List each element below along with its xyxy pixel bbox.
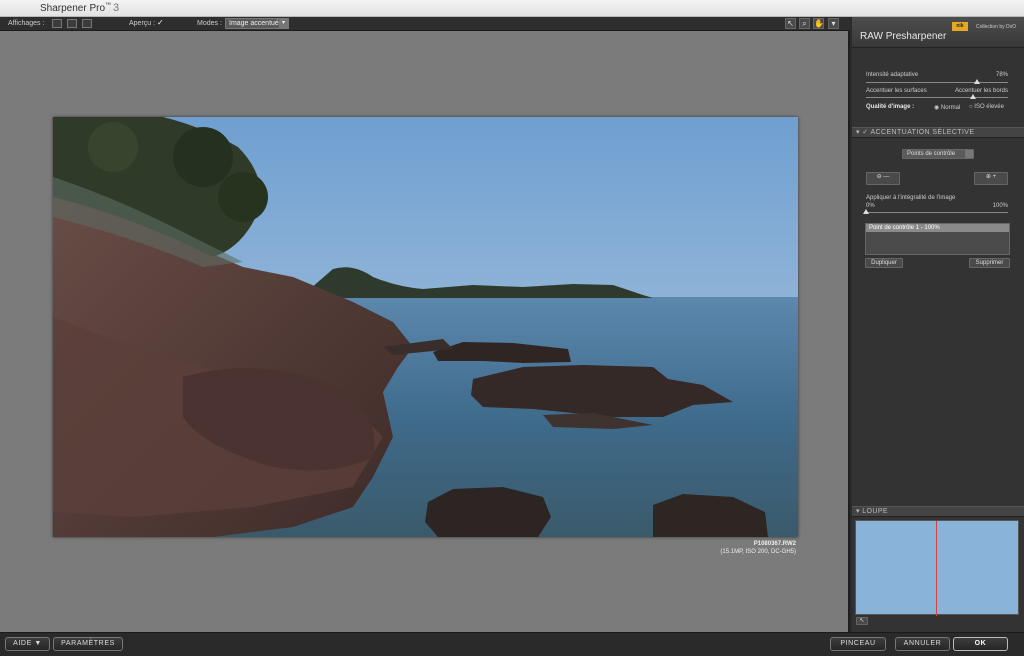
selective-sharpening-title: ACCENTUATION SÉLECTIVE bbox=[870, 129, 975, 136]
apply-whole-image-label: Appliquer à l'intégralité de l'image bbox=[866, 195, 956, 201]
mode-select-value: Image accentuée bbox=[229, 20, 283, 27]
surfaces-label: Accentuer les surfaces bbox=[866, 88, 927, 94]
modes-label: Modes : bbox=[197, 20, 222, 27]
help-button[interactable]: AIDE ▼ bbox=[5, 637, 50, 651]
affichages-label: Affichages : bbox=[8, 20, 45, 27]
remove-control-point-button[interactable]: ⊖ — bbox=[866, 172, 900, 185]
selective-sharpening-header[interactable]: ▾ ✓ ACCENTUATION SÉLECTIVE bbox=[852, 127, 1024, 138]
edges-label: Accentuer les bords bbox=[954, 88, 1008, 94]
app-title-text: Sharpener Pro bbox=[40, 3, 106, 14]
collection-label: Collection by DxO bbox=[975, 24, 1016, 30]
apply-max-label: 100% bbox=[992, 203, 1008, 209]
control-points-select-value: Points de contrôle bbox=[907, 151, 956, 157]
cancel-button[interactable]: ANNULER bbox=[895, 637, 950, 651]
control-point-list[interactable]: Point de contrôle 1 - 100% bbox=[865, 223, 1010, 255]
loupe-header[interactable]: ▾ LOUPE bbox=[852, 506, 1024, 517]
background-color-icon[interactable]: ▾ bbox=[828, 18, 839, 29]
loupe-title: LOUPE bbox=[862, 508, 888, 515]
intensity-slider-thumb[interactable] bbox=[973, 79, 980, 84]
bottom-bar: AIDE ▼ PARAMÈTRES PINCEAU ANNULER OK bbox=[0, 632, 1024, 656]
window-titlebar: Sharpener Pro™ 3 bbox=[0, 0, 1024, 17]
pointer-tool-icon[interactable]: ↖ bbox=[785, 18, 796, 29]
app-title: Sharpener Pro™ 3 bbox=[40, 2, 119, 14]
surfaces-edges-slider-track[interactable] bbox=[866, 97, 1008, 98]
ok-button[interactable]: OK bbox=[953, 637, 1008, 651]
intensity-label: Intensité adaptative bbox=[866, 72, 919, 78]
settings-button[interactable]: PARAMÈTRES bbox=[53, 637, 123, 651]
mode-select[interactable]: Image accentuée ▾ bbox=[225, 18, 289, 29]
image-canvas[interactable]: P1080367.RW2 (15.1MP, ISO 200, DC-GH5) bbox=[0, 31, 850, 632]
panel-header: nik Collection by DxO RAW Presharpener bbox=[852, 17, 1024, 48]
trademark-mark: ™ bbox=[105, 2, 112, 9]
top-toolbar: Affichages : Aperçu : ✓ Modes : Image ac… bbox=[0, 17, 850, 31]
quality-normal-radio[interactable]: ◉ Normal bbox=[934, 104, 960, 111]
zoom-tool-icon[interactable]: ⌕ bbox=[799, 18, 810, 29]
loupe-preview[interactable] bbox=[855, 520, 1019, 616]
brush-button[interactable]: PINCEAU bbox=[830, 637, 886, 651]
panel-title: RAW Presharpener bbox=[860, 31, 947, 42]
intensity-slider-track[interactable] bbox=[866, 82, 1008, 83]
split-view-button[interactable] bbox=[67, 19, 77, 28]
chevron-down-icon: ▾ bbox=[279, 19, 288, 28]
photo-caption: P1080367.RW2 (15.1MP, ISO 200, DC-GH5) bbox=[720, 540, 796, 556]
apply-slider-track[interactable] bbox=[866, 212, 1008, 213]
duplicate-button[interactable]: Dupliquer bbox=[865, 258, 903, 268]
preview-photo[interactable] bbox=[53, 117, 798, 537]
app-version: 3 bbox=[113, 2, 120, 14]
loupe-crosshair bbox=[936, 521, 937, 616]
apercu-checkbox[interactable]: ✓ bbox=[157, 19, 165, 27]
side-by-side-view-button[interactable] bbox=[82, 19, 92, 28]
intensity-value: 78% bbox=[995, 72, 1008, 78]
chevron-down-icon bbox=[965, 150, 973, 158]
apply-slider-thumb[interactable] bbox=[863, 209, 869, 214]
pin-icon[interactable]: ↖ bbox=[856, 617, 868, 625]
delete-button[interactable]: Supprimer bbox=[969, 258, 1010, 268]
hand-tool-icon[interactable]: ✋ bbox=[813, 18, 824, 29]
apercu-label: Aperçu : bbox=[129, 20, 156, 27]
surfaces-edges-slider-thumb[interactable] bbox=[970, 94, 976, 99]
control-points-select[interactable]: Points de contrôle bbox=[902, 149, 974, 159]
photo-meta: (15.1MP, ISO 200, DC-GH5) bbox=[720, 549, 796, 555]
coastal-landscape-image bbox=[53, 117, 798, 537]
control-point-item[interactable]: Point de contrôle 1 - 100% bbox=[866, 224, 1009, 232]
nik-logo: nik bbox=[952, 22, 968, 31]
quality-iso-text: ISO élevée bbox=[974, 104, 1004, 110]
quality-label: Qualité d'image : bbox=[866, 104, 915, 110]
single-view-button[interactable] bbox=[52, 19, 62, 28]
quality-iso-radio[interactable]: ○ ISO élevée bbox=[969, 104, 1004, 110]
quality-normal-text: Normal bbox=[940, 105, 961, 111]
photo-filename: P1080367.RW2 bbox=[753, 541, 796, 547]
add-control-point-button[interactable]: ⊕ + bbox=[974, 172, 1008, 185]
settings-panel: nik Collection by DxO RAW Presharpener I… bbox=[852, 17, 1024, 632]
